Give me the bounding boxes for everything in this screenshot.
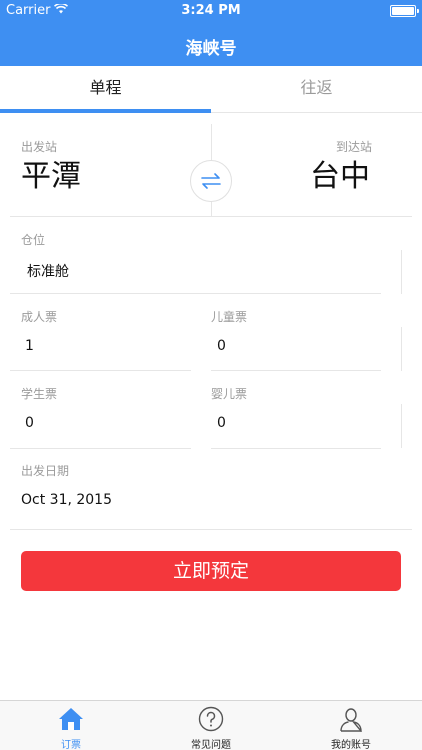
- divider: [211, 370, 381, 371]
- infant-ticket-count[interactable]: 0: [217, 415, 226, 431]
- departure-date-label: 出发日期: [21, 464, 70, 478]
- navigation-header: Carrier 3:24 PM 海峡号: [0, 0, 422, 66]
- adult-ticket-label: 成人票: [21, 310, 58, 324]
- tab-round-trip[interactable]: 往返: [211, 66, 422, 112]
- departure-date-value[interactable]: Oct 31, 2015: [21, 492, 112, 508]
- divider: [401, 327, 402, 371]
- battery-icon: [390, 5, 419, 17]
- active-tab-indicator: [0, 109, 211, 113]
- status-time: 3:24 PM: [181, 3, 241, 18]
- class-value[interactable]: 标准舱: [27, 261, 69, 281]
- class-label: 仓位: [21, 233, 46, 247]
- divider: [10, 293, 381, 294]
- to-station-value[interactable]: 台中: [310, 151, 370, 195]
- tab-bar-label: 订票: [61, 740, 81, 750]
- divider: [10, 448, 191, 449]
- tab-bar-label: 我的账号: [331, 740, 371, 750]
- home-icon: [58, 706, 84, 732]
- user-icon: [338, 706, 364, 733]
- divider: [211, 448, 381, 449]
- tab-one-way[interactable]: 单程: [0, 66, 211, 112]
- divider: [401, 404, 402, 448]
- tab-bar-item-account[interactable]: 我的账号: [281, 701, 421, 750]
- swap-stations-button[interactable]: [190, 160, 232, 202]
- divider: [10, 529, 412, 530]
- tab-bar-item-faq[interactable]: 常见问题: [141, 701, 281, 750]
- adult-ticket-count[interactable]: 1: [25, 338, 34, 354]
- infant-ticket-label: 婴儿票: [211, 387, 248, 401]
- bottom-tab-bar: 订票 常见问题 我的账号: [0, 700, 422, 750]
- tab-bar-label: 常见问题: [191, 740, 231, 750]
- tab-bar-item-tickets[interactable]: 订票: [1, 701, 141, 750]
- swap-arrows-icon: [201, 173, 221, 189]
- question-icon: [198, 706, 224, 732]
- status-bar: Carrier 3:24 PM: [0, 0, 422, 22]
- page-title: 海峡号: [185, 39, 237, 59]
- book-now-button[interactable]: 立即预定: [21, 551, 401, 591]
- divider: [10, 216, 412, 217]
- divider: [401, 250, 402, 294]
- trip-type-tabs: 单程 往返: [0, 66, 422, 113]
- student-ticket-count[interactable]: 0: [25, 415, 34, 431]
- child-ticket-label: 儿童票: [211, 310, 248, 324]
- student-ticket-label: 学生票: [21, 387, 58, 401]
- child-ticket-count[interactable]: 0: [217, 338, 226, 354]
- from-station-value[interactable]: 平潭: [21, 151, 81, 195]
- divider: [10, 370, 191, 371]
